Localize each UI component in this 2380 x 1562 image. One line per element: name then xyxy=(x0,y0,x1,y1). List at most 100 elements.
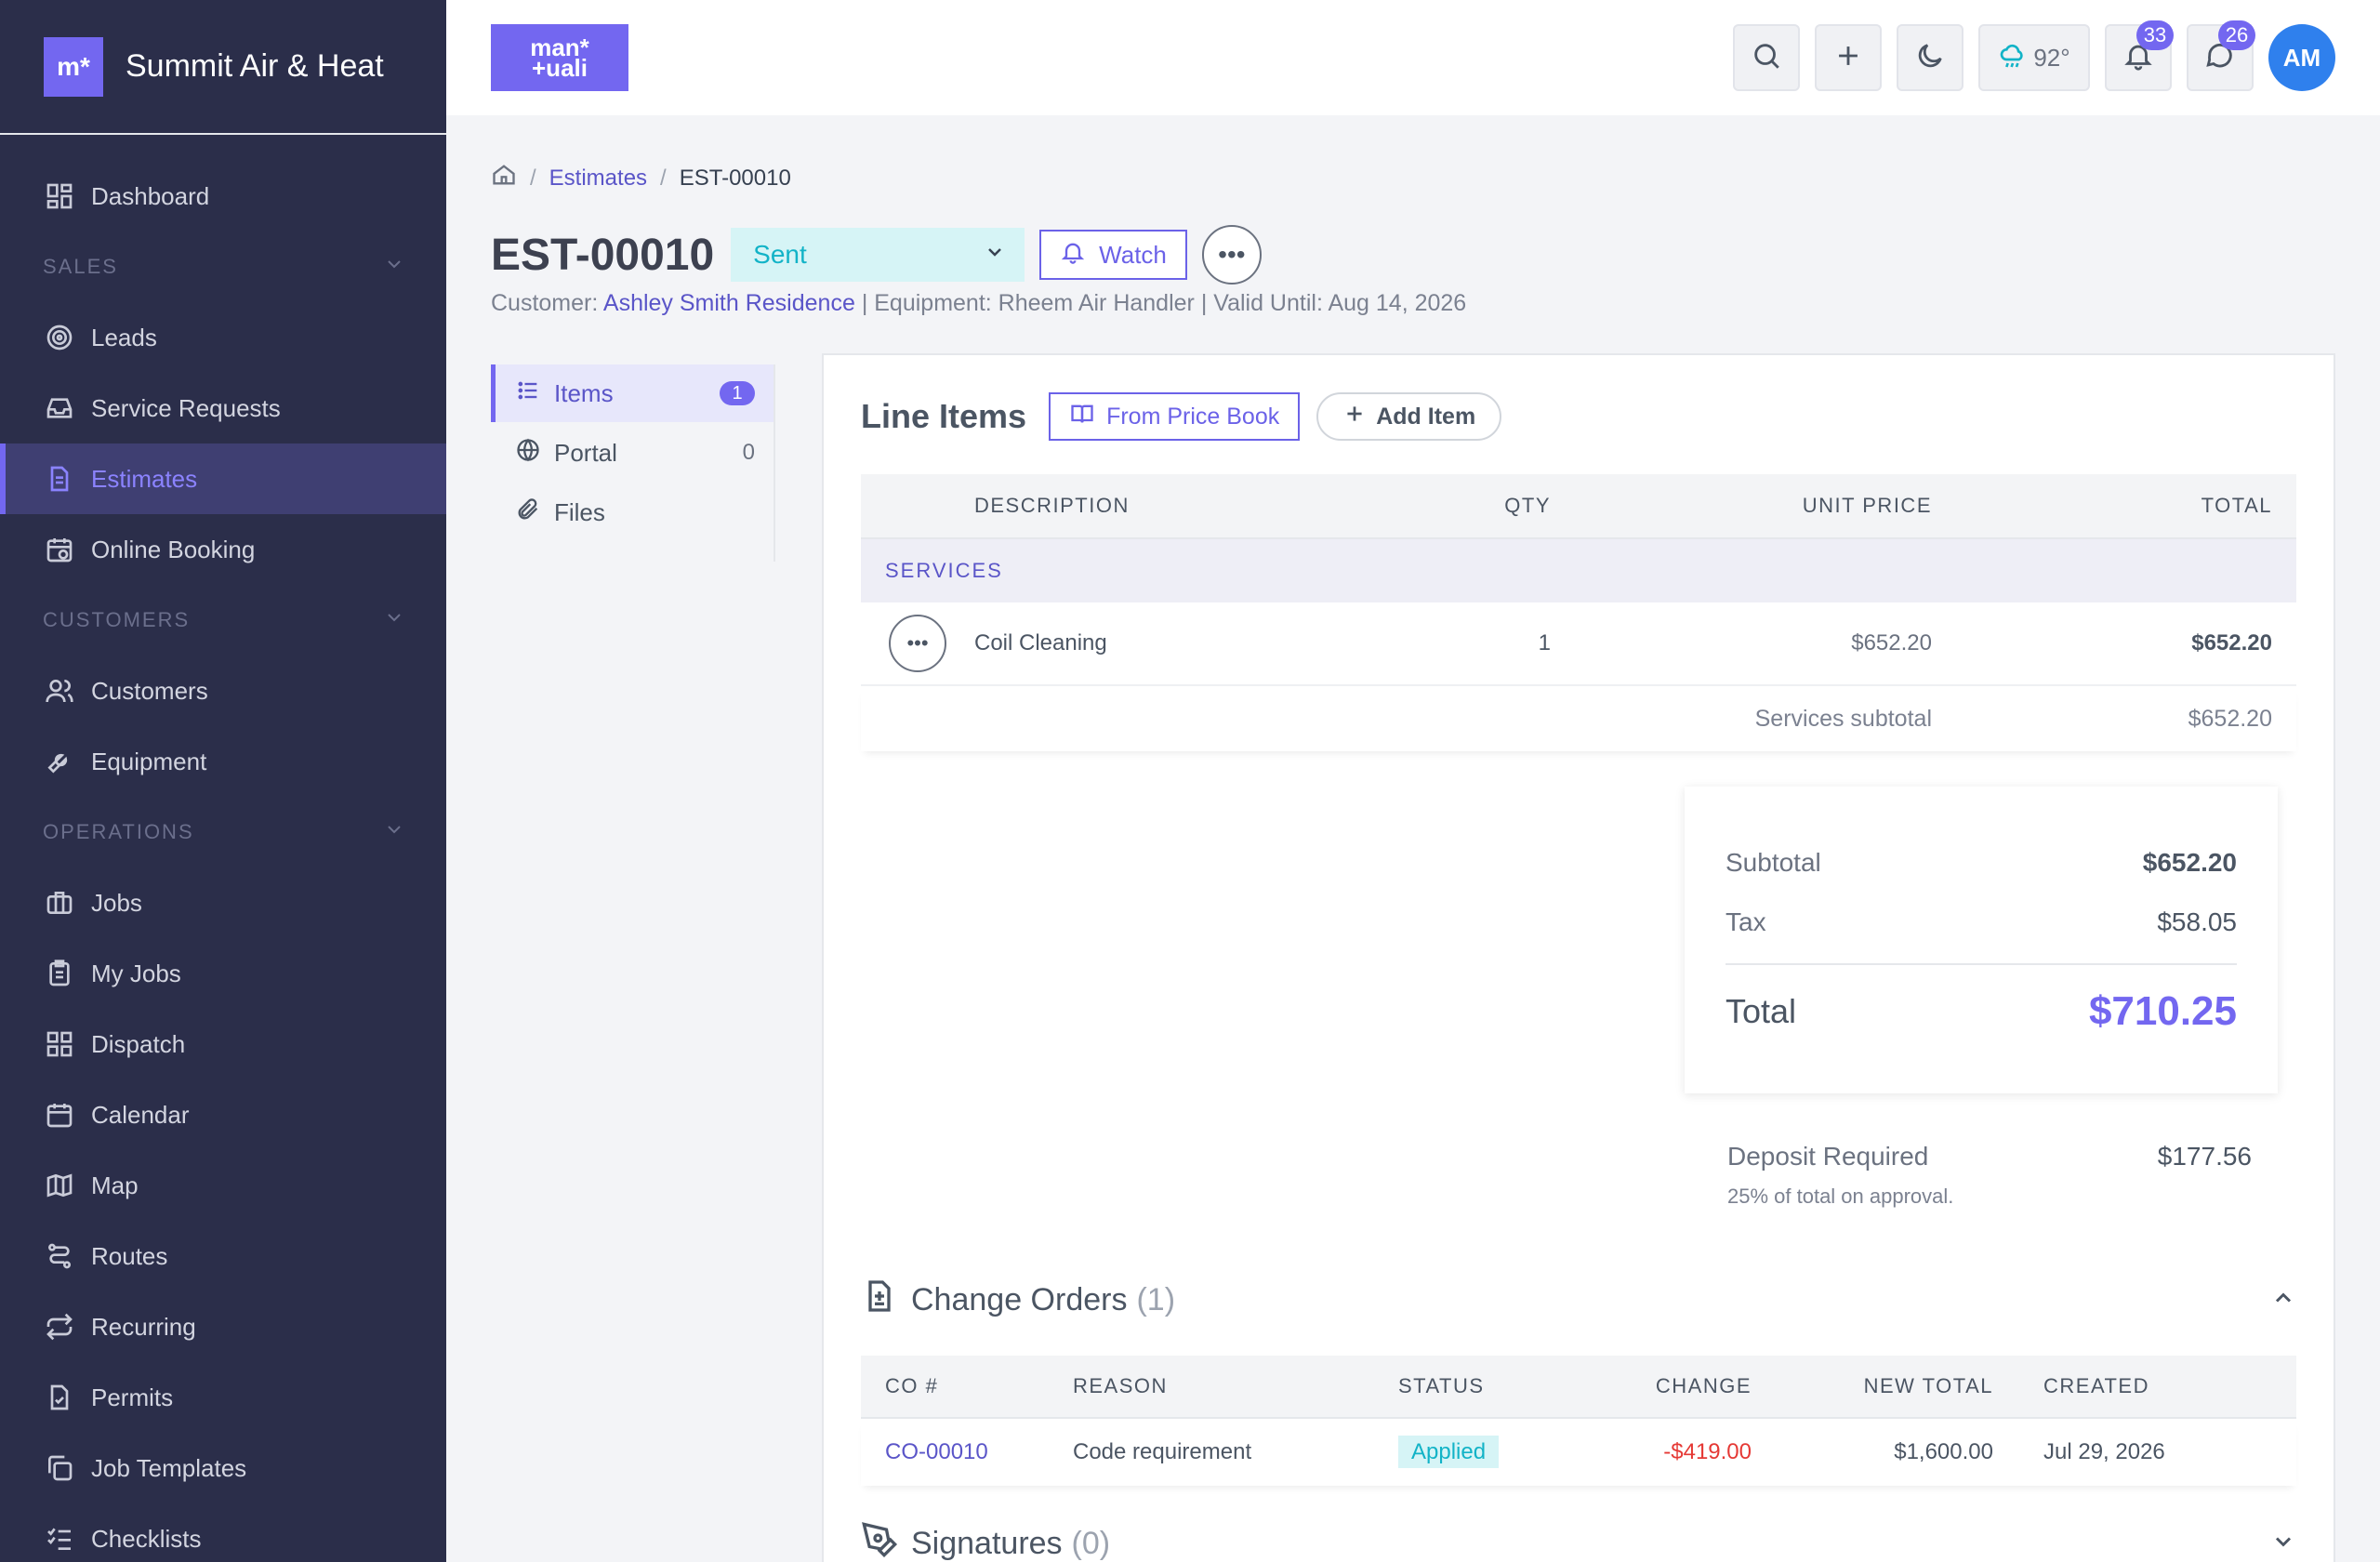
line-items-table: DESCRIPTION QTY UNIT PRICE TOTAL SERVICE… xyxy=(861,474,2296,751)
totals-value: $58.05 xyxy=(2157,907,2237,936)
sidebar-item-job-templates[interactable]: Job Templates xyxy=(0,1433,446,1503)
change-order-reason: Code requirement xyxy=(1073,1439,1252,1464)
dashboard-icon xyxy=(45,181,74,211)
change-orders-header[interactable]: Change Orders (1) xyxy=(861,1276,2296,1325)
deposit-note: 25% of total on approval. xyxy=(1727,1185,1954,1208)
row-actions-button[interactable]: ••• xyxy=(889,615,946,672)
deposit-value: $177.56 xyxy=(2157,1142,2252,1171)
item-total: $652.20 xyxy=(2191,630,2272,655)
add-button[interactable] xyxy=(1815,24,1882,91)
table-header: CO # REASON STATUS CHANGE NEW TOTAL CREA… xyxy=(861,1356,2296,1419)
brand-logo: m* xyxy=(44,36,103,97)
sidebar-item-online-booking[interactable]: Online Booking xyxy=(0,514,446,585)
sidebar-item-label: Dashboard xyxy=(91,181,210,210)
search-button[interactable] xyxy=(1733,24,1800,91)
sidebar-section-customers[interactable]: CUSTOMERS xyxy=(0,585,446,655)
change-orders-title: Change Orders xyxy=(911,1282,1128,1317)
sidebar-section-sales[interactable]: SALES xyxy=(0,232,446,302)
watch-button[interactable]: Watch xyxy=(1039,230,1187,280)
estimate-meta: Customer: Ashley Smith Residence | Equip… xyxy=(491,290,1466,317)
sidebar-item-checklists[interactable]: Checklists xyxy=(0,1503,446,1562)
table-header: DESCRIPTION QTY UNIT PRICE TOTAL xyxy=(861,474,2296,539)
sidebar-item-dashboard[interactable]: Dashboard xyxy=(0,161,446,232)
chevron-down-icon[interactable] xyxy=(2270,1529,2296,1559)
brand[interactable]: m* Summit Air & Heat xyxy=(0,0,446,135)
weather-widget[interactable]: 92° xyxy=(1978,24,2090,91)
calendar-clock-icon xyxy=(45,535,74,564)
table-row: ••• Coil Cleaning 1 $652.20 $652.20 xyxy=(861,602,2296,686)
tax-line: Tax $58.05 xyxy=(1726,893,2237,952)
grand-total-label: Total xyxy=(1726,992,1797,1030)
sidebar-item-jobs[interactable]: Jobs xyxy=(0,867,446,938)
sidebar-item-map[interactable]: Map xyxy=(0,1150,446,1221)
chevron-down-icon xyxy=(383,606,405,634)
customer-label: Customer: xyxy=(491,290,599,316)
tab-label: Items xyxy=(554,378,614,407)
sidebar-item-routes[interactable]: Routes xyxy=(0,1221,446,1291)
file-plus-icon xyxy=(861,1276,911,1325)
theme-toggle-button[interactable] xyxy=(1897,24,1964,91)
home-icon[interactable] xyxy=(491,162,517,194)
sidebar-item-dispatch[interactable]: Dispatch xyxy=(0,1009,446,1079)
tab-count: 1 xyxy=(720,381,755,405)
repeat-icon xyxy=(45,1312,74,1342)
tab-files[interactable]: Files xyxy=(491,483,774,541)
tab-items[interactable]: Items 1 xyxy=(491,364,774,422)
customer-link[interactable]: Ashley Smith Residence xyxy=(603,290,855,316)
paperclip-icon xyxy=(515,496,554,529)
notifications-button[interactable]: 33 xyxy=(2105,20,2174,91)
services-subtotal-row: Services subtotal $652.20 xyxy=(861,686,2296,751)
grand-total-value: $710.25 xyxy=(2088,988,2237,1034)
section-label: CUSTOMERS xyxy=(43,608,191,631)
messages-button[interactable]: 26 xyxy=(2187,20,2255,91)
globe-icon xyxy=(515,437,554,470)
change-order-new-total: $1,600.00 xyxy=(1894,1439,1993,1464)
bell-icon xyxy=(1060,239,1099,271)
column-header: TOTAL xyxy=(2201,494,2272,517)
sidebar-item-my-jobs[interactable]: My Jobs xyxy=(0,938,446,1009)
sidebar-item-equipment[interactable]: Equipment xyxy=(0,726,446,797)
sidebar-item-label: Estimates xyxy=(91,464,198,493)
from-price-book-button[interactable]: From Price Book xyxy=(1049,392,1301,441)
signatures-header[interactable]: Signatures (0) xyxy=(861,1519,2296,1562)
book-icon xyxy=(1069,401,1106,433)
tab-portal[interactable]: Portal 0 xyxy=(491,424,774,482)
item-unit-price: $652.20 xyxy=(1851,630,1932,655)
moon-icon xyxy=(1914,40,1946,76)
item-qty: 1 xyxy=(1538,630,1551,655)
search-icon xyxy=(1751,40,1782,76)
file-check-icon xyxy=(45,1383,74,1412)
totals-label: Tax xyxy=(1726,907,1766,936)
sidebar-section-operations[interactable]: OPERATIONS xyxy=(0,797,446,867)
chevron-up-icon[interactable] xyxy=(2270,1285,2296,1316)
messages-badge: 26 xyxy=(2218,20,2255,50)
column-header: REASON xyxy=(1073,1374,1168,1397)
sidebar-item-label: Leads xyxy=(91,323,157,351)
change-order-link[interactable]: CO-00010 xyxy=(885,1439,988,1464)
sidebar-item-estimates[interactable]: Estimates xyxy=(0,443,446,514)
sidebar-item-service-requests[interactable]: Service Requests xyxy=(0,373,446,443)
app-logo[interactable]: man* +uali xyxy=(491,24,628,91)
sidebar: m* Summit Air & Heat Dashboard SALES Lea… xyxy=(0,0,446,1562)
list-check-icon xyxy=(45,1524,74,1554)
sidebar-item-recurring[interactable]: Recurring xyxy=(0,1291,446,1362)
breadcrumb-estimates-link[interactable]: Estimates xyxy=(549,165,647,192)
avatar[interactable]: AM xyxy=(2268,24,2335,91)
notifications-badge: 33 xyxy=(2136,20,2174,50)
deposit-label: Deposit Required xyxy=(1727,1142,1929,1171)
sidebar-item-calendar[interactable]: Calendar xyxy=(0,1079,446,1150)
page-title: EST-00010 xyxy=(491,230,715,280)
route-icon xyxy=(45,1241,74,1271)
sidebar-item-leads[interactable]: Leads xyxy=(0,302,446,373)
detail-tabs: Items 1 Portal 0 Files xyxy=(491,364,775,562)
breadcrumb-separator: / xyxy=(660,165,667,191)
more-actions-button[interactable]: ••• xyxy=(1201,225,1262,285)
sidebar-item-customers[interactable]: Customers xyxy=(0,655,446,726)
sidebar-item-permits[interactable]: Permits xyxy=(0,1362,446,1433)
sidebar-item-label: Recurring xyxy=(91,1312,196,1341)
subtotal-line: Subtotal $652.20 xyxy=(1726,833,2237,893)
status-select[interactable]: Sent xyxy=(731,228,1025,282)
add-item-button[interactable]: Add Item xyxy=(1316,392,1502,441)
sidebar-item-label: Routes xyxy=(91,1241,168,1270)
column-header: QTY xyxy=(1504,494,1551,517)
